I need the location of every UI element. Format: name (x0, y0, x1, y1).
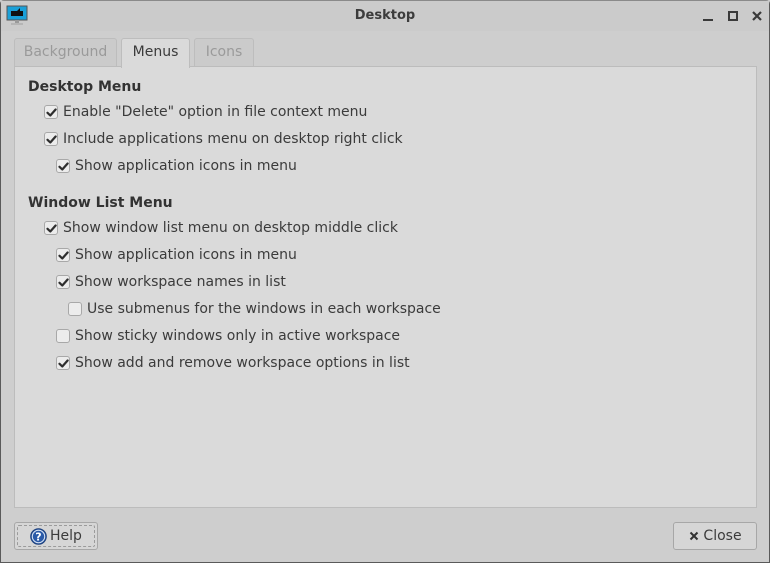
svg-text:?: ? (35, 530, 41, 543)
checkbox[interactable] (56, 159, 70, 173)
checkmark-icon (57, 161, 69, 171)
option-enable-delete[interactable]: Enable "Delete" option in file context m… (44, 102, 367, 122)
option-label: Show window list menu on desktop middle … (63, 220, 398, 236)
title-bar[interactable]: Desktop (1, 1, 769, 31)
checkmark-icon (45, 134, 57, 144)
option-label: Include applications menu on desktop rig… (63, 131, 403, 147)
close-button[interactable]: Close (673, 522, 757, 550)
tab-background[interactable]: Background (14, 38, 117, 66)
option-include-apps-menu[interactable]: Include applications menu on desktop rig… (44, 129, 403, 149)
tab-icons[interactable]: Icons (194, 38, 254, 66)
option-label: Show application icons in menu (75, 247, 297, 263)
window-list-menu-heading: Window List Menu (28, 195, 173, 211)
checkbox[interactable] (44, 221, 58, 235)
help-label: Help (50, 528, 82, 544)
option-use-submenus[interactable]: Use submenus for the windows in each wor… (68, 299, 441, 319)
option-label: Show workspace names in list (75, 274, 286, 290)
option-show-workspace-names[interactable]: Show workspace names in list (56, 272, 286, 292)
option-label: Enable "Delete" option in file context m… (63, 104, 368, 120)
option-sticky-windows[interactable]: Show sticky windows only in active works… (56, 326, 400, 346)
help-question-icon: ? (30, 527, 47, 545)
option-winlist-show-app-icons[interactable]: Show application icons in menu (56, 245, 297, 265)
close-label: Close (703, 528, 742, 544)
help-button[interactable]: ? Help (14, 522, 98, 550)
window-title: Desktop (354, 8, 416, 23)
maximize-icon[interactable] (726, 9, 740, 23)
checkmark-icon (57, 277, 69, 287)
option-desktop-show-app-icons[interactable]: Show application icons in menu (56, 156, 297, 176)
option-label: Use submenus for the windows in each wor… (87, 301, 441, 317)
option-add-remove-workspace[interactable]: Show add and remove workspace options in… (56, 353, 410, 373)
checkmark-icon (45, 223, 57, 233)
checkbox[interactable] (56, 248, 70, 262)
menus-panel: Desktop Menu Enable "Delete" option in f… (14, 66, 757, 508)
checkmark-icon (57, 250, 69, 260)
checkmark-icon (57, 358, 69, 368)
option-label: Show add and remove workspace options in… (75, 355, 410, 371)
checkbox[interactable] (56, 329, 70, 343)
checkmark-icon (45, 107, 57, 117)
checkbox[interactable] (44, 132, 58, 146)
option-label: Show sticky windows only in active works… (75, 328, 401, 344)
option-label: Show application icons in menu (75, 158, 297, 174)
close-icon[interactable] (750, 9, 764, 23)
checkbox[interactable] (56, 356, 70, 370)
desktop-menu-heading: Desktop Menu (28, 79, 142, 95)
checkbox[interactable] (44, 105, 58, 119)
option-show-window-list[interactable]: Show window list menu on desktop middle … (44, 218, 398, 238)
minimize-icon[interactable] (701, 9, 715, 23)
tab-menus[interactable]: Menus (121, 38, 190, 68)
close-x-icon (688, 530, 700, 542)
checkbox[interactable] (68, 302, 82, 316)
desktop-settings-window: Desktop Background Menus Icons Desktop M… (0, 0, 770, 563)
checkbox[interactable] (56, 275, 70, 289)
